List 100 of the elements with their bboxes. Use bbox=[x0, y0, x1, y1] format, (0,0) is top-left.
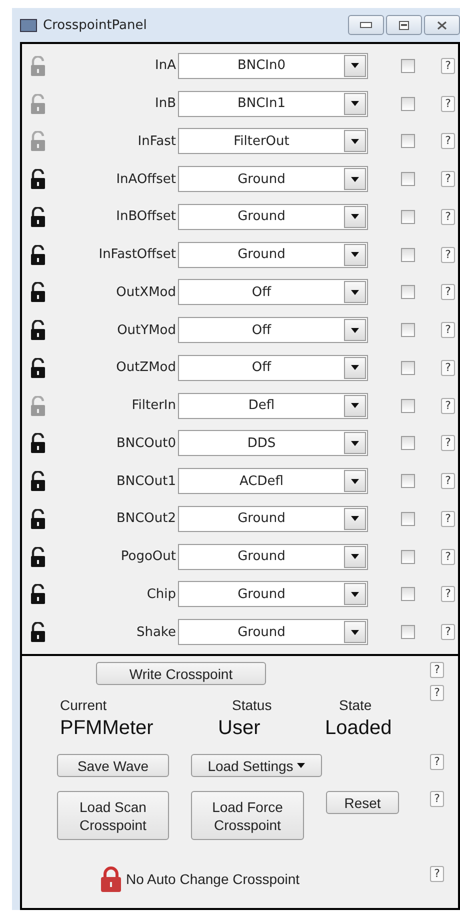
row-label: OutZMod bbox=[115, 360, 176, 376]
help-button[interactable]: ? bbox=[441, 208, 455, 225]
help-button[interactable]: ? bbox=[441, 284, 455, 300]
help-button[interactable]: ? bbox=[430, 866, 444, 882]
row-label: InFastOffset bbox=[98, 247, 176, 262]
maximize-icon bbox=[399, 20, 409, 30]
help-button[interactable]: ? bbox=[441, 322, 455, 338]
caret-icon bbox=[351, 554, 359, 560]
caret-icon bbox=[351, 630, 359, 635]
help-button[interactable]: ? bbox=[430, 754, 444, 770]
checkbox[interactable] bbox=[401, 285, 415, 300]
row-label: OutYMod bbox=[116, 322, 176, 338]
dropdown[interactable]: Off bbox=[178, 279, 368, 306]
help-button[interactable]: ? bbox=[441, 96, 455, 112]
reset-button[interactable]: Reset bbox=[326, 791, 399, 814]
dropdown[interactable]: Off bbox=[178, 317, 368, 344]
row-label: FilterIn bbox=[130, 398, 176, 414]
status-value: User bbox=[217, 717, 262, 740]
checkbox[interactable] bbox=[401, 474, 415, 488]
help-button[interactable]: ? bbox=[441, 510, 455, 527]
status-value: Loaded bbox=[325, 717, 393, 740]
checkbox[interactable] bbox=[401, 323, 415, 338]
dropdown[interactable]: Ground bbox=[178, 204, 368, 230]
write-crosspoint-button[interactable]: Write Crosspoint bbox=[96, 662, 266, 685]
row-label: OutXMod bbox=[115, 284, 176, 300]
dropdown[interactable]: Defl bbox=[178, 392, 368, 419]
caret-icon bbox=[351, 63, 359, 68]
checkbox[interactable] bbox=[401, 398, 415, 413]
save-wave-button[interactable]: Save Wave bbox=[57, 754, 169, 777]
close-button[interactable] bbox=[424, 15, 460, 35]
dropdown[interactable]: DDS bbox=[178, 430, 368, 456]
help-button[interactable]: ? bbox=[430, 685, 444, 701]
help-button[interactable]: ? bbox=[430, 662, 444, 678]
help-button[interactable]: ? bbox=[441, 58, 455, 74]
checkbox[interactable] bbox=[401, 58, 415, 73]
checkbox[interactable] bbox=[401, 587, 415, 602]
help-button[interactable]: ? bbox=[441, 246, 455, 263]
app-icon bbox=[20, 18, 37, 32]
checkbox[interactable] bbox=[401, 360, 415, 375]
caret-icon bbox=[351, 176, 359, 182]
row-label: BNCOut0 bbox=[115, 436, 176, 451]
caret-icon bbox=[351, 101, 359, 106]
caret-icon bbox=[297, 763, 306, 768]
help-button[interactable]: ? bbox=[441, 624, 455, 640]
caret-icon bbox=[351, 403, 359, 408]
dropdown[interactable]: Ground bbox=[178, 242, 368, 268]
row-label: InA bbox=[154, 58, 176, 74]
checkbox[interactable] bbox=[401, 172, 415, 186]
row-label: InB bbox=[154, 96, 176, 112]
maximize-button[interactable] bbox=[386, 15, 422, 35]
help-button[interactable]: ? bbox=[441, 398, 455, 414]
help-button[interactable]: ? bbox=[441, 435, 455, 452]
dropdown[interactable]: BNCIn0 bbox=[178, 52, 368, 79]
dropdown[interactable]: ACDefl bbox=[178, 468, 368, 494]
dropdown[interactable]: Ground bbox=[178, 506, 368, 532]
dropdown[interactable]: BNCIn1 bbox=[178, 90, 368, 117]
load-scan-button[interactable]: Load Scan Crosspoint bbox=[57, 791, 169, 840]
checkbox[interactable] bbox=[401, 550, 415, 564]
caret-icon bbox=[351, 290, 359, 295]
checkbox[interactable] bbox=[401, 625, 415, 640]
help-button[interactable]: ? bbox=[430, 791, 444, 807]
auto-change-label: No Auto Change Crosspoint bbox=[126, 871, 300, 887]
dropdown[interactable]: Ground bbox=[178, 544, 368, 570]
checkbox[interactable] bbox=[401, 210, 415, 224]
help-button[interactable]: ? bbox=[441, 360, 455, 376]
checkbox[interactable] bbox=[401, 248, 415, 262]
row-label: Chip bbox=[146, 586, 176, 602]
dropdown[interactable]: Ground bbox=[178, 166, 368, 192]
dropdown[interactable]: Off bbox=[178, 354, 368, 381]
caret-icon bbox=[351, 214, 359, 220]
caret-icon bbox=[351, 440, 359, 446]
minimize-button[interactable] bbox=[348, 15, 384, 35]
help-button[interactable]: ? bbox=[441, 473, 455, 490]
load-force-button[interactable]: Load Force Crosspoint bbox=[191, 791, 304, 840]
checkbox[interactable] bbox=[401, 436, 415, 450]
help-button[interactable]: ? bbox=[441, 133, 455, 150]
row-label: InFast bbox=[136, 134, 176, 149]
checkbox[interactable] bbox=[401, 512, 415, 526]
checkbox[interactable] bbox=[401, 96, 415, 111]
load-settings-button[interactable]: Load Settings bbox=[191, 754, 322, 777]
caret-icon bbox=[351, 365, 359, 370]
row-label: BNCOut1 bbox=[115, 474, 176, 489]
dropdown[interactable]: Ground bbox=[178, 619, 368, 646]
help-button[interactable]: ? bbox=[441, 586, 455, 602]
caret-icon bbox=[351, 478, 359, 484]
caret-icon bbox=[351, 328, 359, 333]
status-header: Current bbox=[60, 697, 108, 713]
status-value: PFMMeter bbox=[60, 717, 154, 740]
window-title: CrosspointPanel bbox=[43, 18, 148, 32]
status-header: State bbox=[338, 697, 373, 713]
help-button[interactable]: ? bbox=[441, 171, 455, 188]
dropdown[interactable]: FilterOut bbox=[178, 128, 368, 154]
checkbox[interactable] bbox=[401, 134, 415, 148]
status-header: Status bbox=[231, 697, 273, 713]
row-label: InBOffset bbox=[115, 209, 176, 224]
help-button[interactable]: ? bbox=[441, 548, 455, 565]
dropdown[interactable]: Ground bbox=[178, 581, 368, 608]
row-label: PogoOut bbox=[120, 549, 176, 564]
close-icon bbox=[437, 20, 447, 30]
row-label: BNCOut2 bbox=[115, 511, 176, 526]
